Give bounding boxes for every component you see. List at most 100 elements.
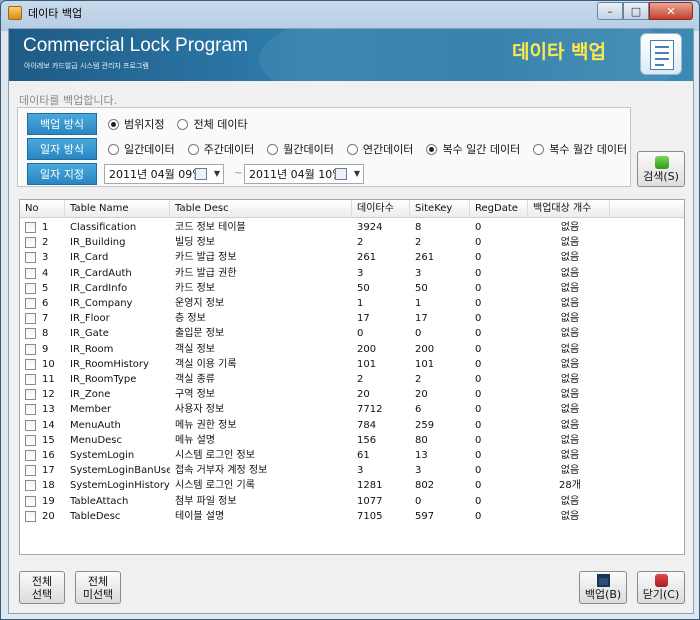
row-checkbox[interactable] bbox=[25, 404, 36, 416]
table-row[interactable]: 11 IR_RoomType 객실 종류 2 2 0 없음 bbox=[20, 372, 684, 387]
table-header-col-table-name[interactable]: Table Name bbox=[65, 200, 170, 218]
select-all-button[interactable]: 전체 선택 bbox=[19, 571, 65, 604]
cell-target: 없음 bbox=[560, 434, 580, 446]
table-header-col-table-desc[interactable]: Table Desc bbox=[170, 200, 352, 218]
row-checkbox[interactable] bbox=[25, 389, 36, 401]
row-checkbox[interactable] bbox=[25, 237, 36, 249]
cell-target: 없음 bbox=[560, 222, 580, 233]
deselect-all-label-2: 미선택 bbox=[82, 587, 114, 601]
date-method-option[interactable]: 복수 일간 데이터 bbox=[426, 141, 520, 157]
deselect-all-button[interactable]: 전체 미선택 bbox=[75, 571, 121, 604]
row-checkbox[interactable] bbox=[25, 510, 36, 522]
table-row[interactable]: 18 SystemLoginHistory 시스템 로그인 기록 1281 802 0 28… bbox=[20, 478, 684, 493]
search-button[interactable]: 검색(S) bbox=[637, 151, 685, 187]
cell-count: 101 bbox=[357, 358, 377, 370]
table-row[interactable]: 4 IR_CardAuth 카드 발급 권한 3 3 0 없음 bbox=[20, 266, 684, 281]
cell-desc: 카드 발급 정보 bbox=[175, 252, 237, 264]
cell-count: 3 bbox=[357, 465, 364, 477]
row-checkbox[interactable] bbox=[25, 313, 36, 325]
radio-button-icon[interactable] bbox=[177, 118, 189, 130]
minimize-button[interactable]: – bbox=[597, 2, 623, 20]
cell-desc: 객실 정보 bbox=[175, 343, 215, 355]
radio-button-icon[interactable] bbox=[108, 118, 119, 130]
table-row[interactable]: 19 TableAttach 첨부 파일 정보 1077 0 0 없음 bbox=[20, 494, 684, 509]
backup-table[interactable]: No Table Name Table Desc 데이타수 SiteKey RegDate… bbox=[19, 199, 685, 555]
date-to-picker[interactable]: 2011년 04월 10일 ▼ bbox=[244, 164, 364, 184]
calendar-icon[interactable] bbox=[335, 168, 347, 180]
table-row[interactable]: 1 Classification 코드 정보 테이블 3924 8 0 없음 bbox=[20, 220, 684, 235]
table-row[interactable]: 3 IR_Card 카드 발급 정보 261 261 0 없음 bbox=[20, 250, 684, 265]
banner-decoration bbox=[259, 29, 679, 81]
table-row[interactable]: 15 MenuDesc 메뉴 설명 156 80 0 없음 bbox=[20, 433, 684, 448]
date-method-option[interactable]: 복수 월간 데이터 bbox=[533, 141, 627, 157]
table-row[interactable]: 20 TableDesc 테이블 설명 7105 597 0 없음 bbox=[20, 509, 684, 524]
row-checkbox[interactable] bbox=[25, 419, 36, 431]
table-row[interactable]: 8 IR_Gate 출입문 정보 0 0 0 없음 bbox=[20, 326, 684, 341]
chevron-down-icon[interactable]: ▼ bbox=[214, 169, 220, 178]
row-checkbox[interactable] bbox=[25, 358, 36, 370]
table-header-col-no[interactable]: No bbox=[20, 200, 65, 218]
row-checkbox[interactable] bbox=[25, 480, 36, 492]
table-row[interactable]: 6 IR_Company 운영지 정보 1 1 0 없음 bbox=[20, 296, 684, 311]
radio-button-icon[interactable] bbox=[533, 143, 545, 155]
date-method-option[interactable]: 일간데이터 bbox=[108, 141, 175, 157]
row-checkbox[interactable] bbox=[25, 343, 36, 355]
cell-name: IR_Card bbox=[70, 252, 109, 264]
row-checkbox[interactable] bbox=[25, 328, 36, 340]
table-row[interactable]: 17 SystemLoginBanUser 접속 거부자 계정 정보 3 3 0 없음 bbox=[20, 463, 684, 478]
date-from-picker[interactable]: 2011년 04월 09일 ▼ bbox=[104, 164, 224, 184]
row-checkbox[interactable] bbox=[25, 252, 36, 264]
row-checkbox[interactable] bbox=[25, 450, 36, 461]
table-row[interactable]: 12 IR_Zone 구역 정보 20 20 0 없음 bbox=[20, 387, 684, 402]
table-header-col-regdate[interactable]: RegDate bbox=[470, 200, 528, 218]
cell-target: 없음 bbox=[560, 252, 580, 264]
cell-no: 17 bbox=[42, 465, 55, 477]
table-header-col-sitekey[interactable]: SiteKey bbox=[410, 200, 470, 218]
table-row[interactable]: 9 IR_Room 객실 정보 200 200 0 없음 bbox=[20, 342, 684, 357]
table-row[interactable]: 2 IR_Building 빌딩 정보 2 2 0 없음 bbox=[20, 235, 684, 250]
cell-name: IR_RoomType bbox=[70, 374, 137, 385]
cell-sitekey: 80 bbox=[415, 434, 428, 446]
cell-no: 18 bbox=[42, 480, 55, 492]
radio-button-icon[interactable] bbox=[187, 143, 199, 155]
close-window-button[interactable]: ✕ bbox=[649, 2, 693, 20]
table-row[interactable]: 10 IR_RoomHistory 객실 이용 기록 101 101 0 없음 bbox=[20, 357, 684, 372]
table-header-col-count[interactable]: 데이타수 bbox=[352, 200, 410, 218]
row-checkbox[interactable] bbox=[25, 222, 36, 233]
close-button[interactable]: 닫기(C) bbox=[637, 571, 685, 604]
maximize-button[interactable]: □ bbox=[623, 2, 649, 20]
backup-method-option-label: 범위지정 bbox=[124, 118, 165, 131]
table-row[interactable]: 13 Member 사용자 정보 7712 6 0 없음 bbox=[20, 402, 684, 417]
radio-button-icon[interactable] bbox=[426, 143, 438, 155]
table-row[interactable]: 14 MenuAuth 메뉴 권한 정보 784 259 0 없음 bbox=[20, 418, 684, 433]
chevron-down-icon[interactable]: ▼ bbox=[354, 169, 360, 178]
title-bar[interactable]: 데이타 백업 – □ ✕ bbox=[1, 1, 699, 25]
row-checkbox[interactable] bbox=[25, 298, 36, 309]
row-checkbox[interactable] bbox=[25, 434, 36, 446]
table-row[interactable]: 5 IR_CardInfo 카드 정보 50 50 0 없음 bbox=[20, 281, 684, 296]
table-row[interactable]: 7 IR_Floor 층 정보 17 17 0 없음 bbox=[20, 311, 684, 326]
row-checkbox[interactable] bbox=[25, 282, 36, 294]
row-checkbox[interactable] bbox=[25, 495, 36, 507]
table-row[interactable]: 16 SystemLogin 시스템 로그인 정보 61 13 0 없음 bbox=[20, 448, 684, 463]
radio-button-icon[interactable] bbox=[346, 143, 358, 155]
date-method-option[interactable]: 연간데이터 bbox=[346, 141, 414, 157]
radio-button-icon[interactable] bbox=[267, 143, 279, 155]
cell-regdate: 0 bbox=[475, 374, 482, 385]
backup-method-option[interactable]: 전체 데이타 bbox=[177, 116, 248, 132]
cell-count: 3 bbox=[357, 267, 364, 279]
row-checkbox[interactable] bbox=[25, 465, 36, 477]
backup-button[interactable]: 백업(B) bbox=[579, 571, 627, 604]
date-method-option-label: 연간데이터 bbox=[362, 143, 414, 156]
cell-name: IR_Building bbox=[70, 237, 126, 249]
date-method-option[interactable]: 월간데이터 bbox=[267, 141, 334, 157]
calendar-icon[interactable] bbox=[195, 168, 207, 180]
table-header-col-target[interactable]: 백업대상 개수 bbox=[528, 200, 610, 218]
cell-regdate: 0 bbox=[475, 389, 482, 401]
cell-desc: 메뉴 권한 정보 bbox=[175, 419, 237, 431]
backup-method-option[interactable]: 범위지정 bbox=[108, 116, 164, 132]
row-checkbox[interactable] bbox=[25, 267, 36, 279]
date-method-option[interactable]: 주간데이터 bbox=[187, 141, 254, 157]
row-checkbox[interactable] bbox=[25, 374, 36, 385]
radio-button-icon[interactable] bbox=[108, 143, 119, 155]
